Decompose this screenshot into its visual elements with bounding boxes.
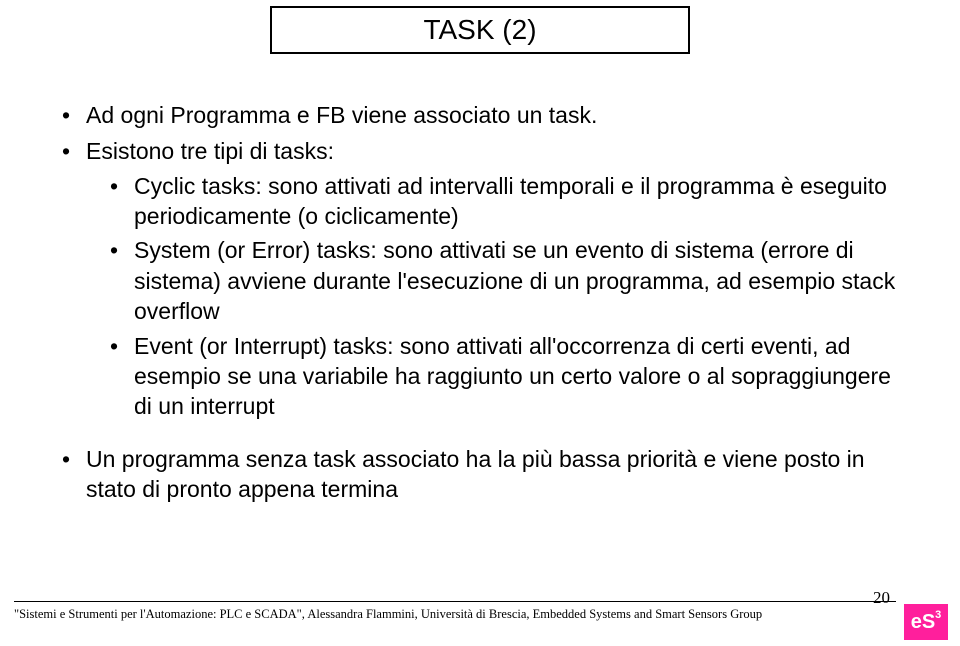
bullet-2b: System (or Error) tasks: sono attivati s… bbox=[86, 235, 906, 326]
logo-main: eS bbox=[911, 611, 935, 633]
bullet-1: Ad ogni Programma e FB viene associato u… bbox=[62, 100, 906, 130]
slide: TASK (2) Ad ogni Programma e FB viene as… bbox=[0, 0, 960, 646]
title-box: TASK (2) bbox=[270, 6, 690, 54]
slide-body: Ad ogni Programma e FB viene associato u… bbox=[62, 100, 906, 510]
bullet-2-text: Esistono tre tipi di tasks: bbox=[86, 138, 334, 164]
footer-text: "Sistemi e Strumenti per l'Automazione: … bbox=[14, 607, 762, 622]
bullet-3: Un programma senza task associato ha la … bbox=[62, 444, 906, 505]
bullet-2c: Event (or Interrupt) tasks: sono attivat… bbox=[86, 331, 906, 422]
slide-title: TASK (2) bbox=[423, 14, 536, 45]
logo-text: eS3 bbox=[911, 612, 942, 632]
logo: eS3 bbox=[904, 604, 948, 640]
logo-sup: 3 bbox=[935, 609, 941, 621]
bullet-2: Esistono tre tipi di tasks: Cyclic tasks… bbox=[62, 136, 906, 421]
footer-rule bbox=[14, 601, 896, 602]
page-number: 20 bbox=[873, 588, 890, 608]
bullet-2a: Cyclic tasks: sono attivati ad intervall… bbox=[86, 171, 906, 232]
